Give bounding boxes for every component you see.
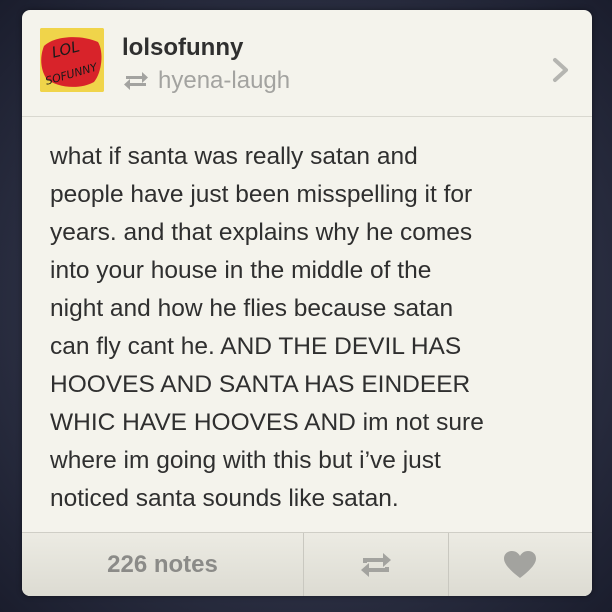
heart-icon	[504, 551, 537, 578]
reblog-button[interactable]	[303, 533, 448, 596]
avatar-logo: LOL SOFUNNY	[40, 28, 104, 92]
post-text: what if santa was really satan and peopl…	[50, 143, 484, 512]
chevron-right-icon[interactable]	[550, 56, 572, 84]
notes-count: 226 notes	[107, 551, 218, 578]
post-footer: 226 notes	[22, 532, 592, 596]
username[interactable]: lolsofunny	[122, 34, 243, 62]
reblog-source[interactable]: hyena-laugh	[122, 66, 290, 96]
reblog-icon	[360, 553, 391, 577]
reblogged-from-name: hyena-laugh	[158, 67, 291, 94]
post-header: LOL SOFUNNY lolsofunny hyena-laugh	[22, 10, 592, 117]
reblog-small-icon	[124, 72, 148, 90]
avatar[interactable]: LOL SOFUNNY	[40, 28, 104, 92]
post-card: LOL SOFUNNY lolsofunny hyena-laugh what …	[22, 10, 592, 596]
notes-button[interactable]: 226 notes	[22, 533, 303, 596]
like-button[interactable]	[447, 533, 592, 596]
